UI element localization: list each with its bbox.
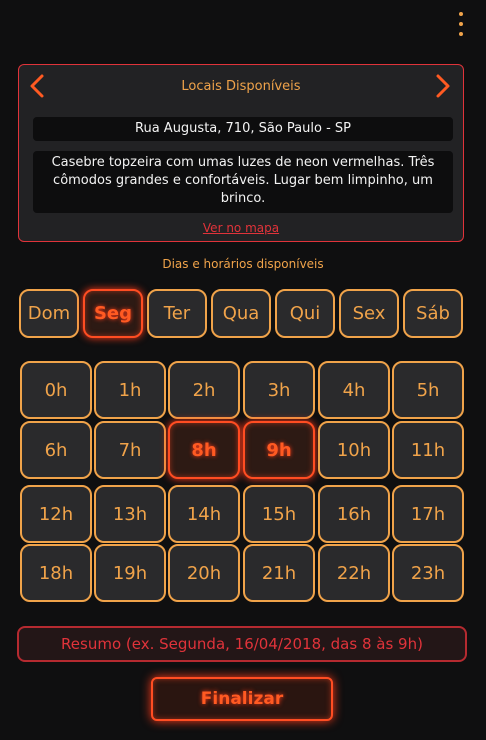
hour-button-3h[interactable]: 3h (243, 361, 315, 419)
hour-button-20h[interactable]: 20h (168, 544, 240, 602)
day-button-qua[interactable]: Qua (211, 289, 271, 338)
chevron-right-icon[interactable] (429, 73, 455, 99)
day-button-sex[interactable]: Sex (339, 289, 399, 338)
locations-card: Locais Disponíveis Rua Augusta, 710, São… (18, 64, 464, 242)
address-text: Rua Augusta, 710, São Paulo - SP (33, 117, 453, 141)
map-link[interactable]: Ver no mapa (19, 221, 463, 235)
locations-title: Locais Disponíveis (181, 79, 301, 94)
hour-button-15h[interactable]: 15h (243, 485, 315, 543)
hour-button-0h[interactable]: 0h (20, 361, 92, 419)
finish-button[interactable]: Finalizar (151, 677, 333, 721)
hour-button-16h[interactable]: 16h (318, 485, 390, 543)
description-text: Casebre topzeira com umas luzes de neon … (33, 151, 453, 213)
hour-button-4h[interactable]: 4h (318, 361, 390, 419)
hour-button-7h[interactable]: 7h (94, 421, 166, 479)
hour-button-6h[interactable]: 6h (20, 421, 92, 479)
hour-button-10h[interactable]: 10h (318, 421, 390, 479)
hour-button-12h[interactable]: 12h (20, 485, 92, 543)
hour-button-9h[interactable]: 9h (243, 421, 315, 479)
hour-button-19h[interactable]: 19h (94, 544, 166, 602)
day-button-ter[interactable]: Ter (147, 289, 207, 338)
hour-button-14h[interactable]: 14h (168, 485, 240, 543)
hour-button-11h[interactable]: 11h (392, 421, 464, 479)
day-button-dom[interactable]: Dom (19, 289, 79, 338)
hour-button-1h[interactable]: 1h (94, 361, 166, 419)
hour-button-18h[interactable]: 18h (20, 544, 92, 602)
hour-button-23h[interactable]: 23h (392, 544, 464, 602)
hour-button-13h[interactable]: 13h (94, 485, 166, 543)
day-button-qui[interactable]: Qui (275, 289, 335, 338)
schedule-label: Dias e horários disponíveis (162, 257, 324, 271)
day-button-seg[interactable]: Seg (83, 289, 143, 338)
hour-button-5h[interactable]: 5h (392, 361, 464, 419)
hour-button-21h[interactable]: 21h (243, 544, 315, 602)
summary-field: Resumo (ex. Segunda, 16/04/2018, das 8 à… (17, 626, 467, 662)
hour-button-22h[interactable]: 22h (318, 544, 390, 602)
hour-button-2h[interactable]: 2h (168, 361, 240, 419)
hour-button-17h[interactable]: 17h (392, 485, 464, 543)
hour-button-8h[interactable]: 8h (168, 421, 240, 479)
day-button-sáb[interactable]: Sáb (403, 289, 463, 338)
kebab-menu-icon[interactable] (452, 8, 470, 40)
